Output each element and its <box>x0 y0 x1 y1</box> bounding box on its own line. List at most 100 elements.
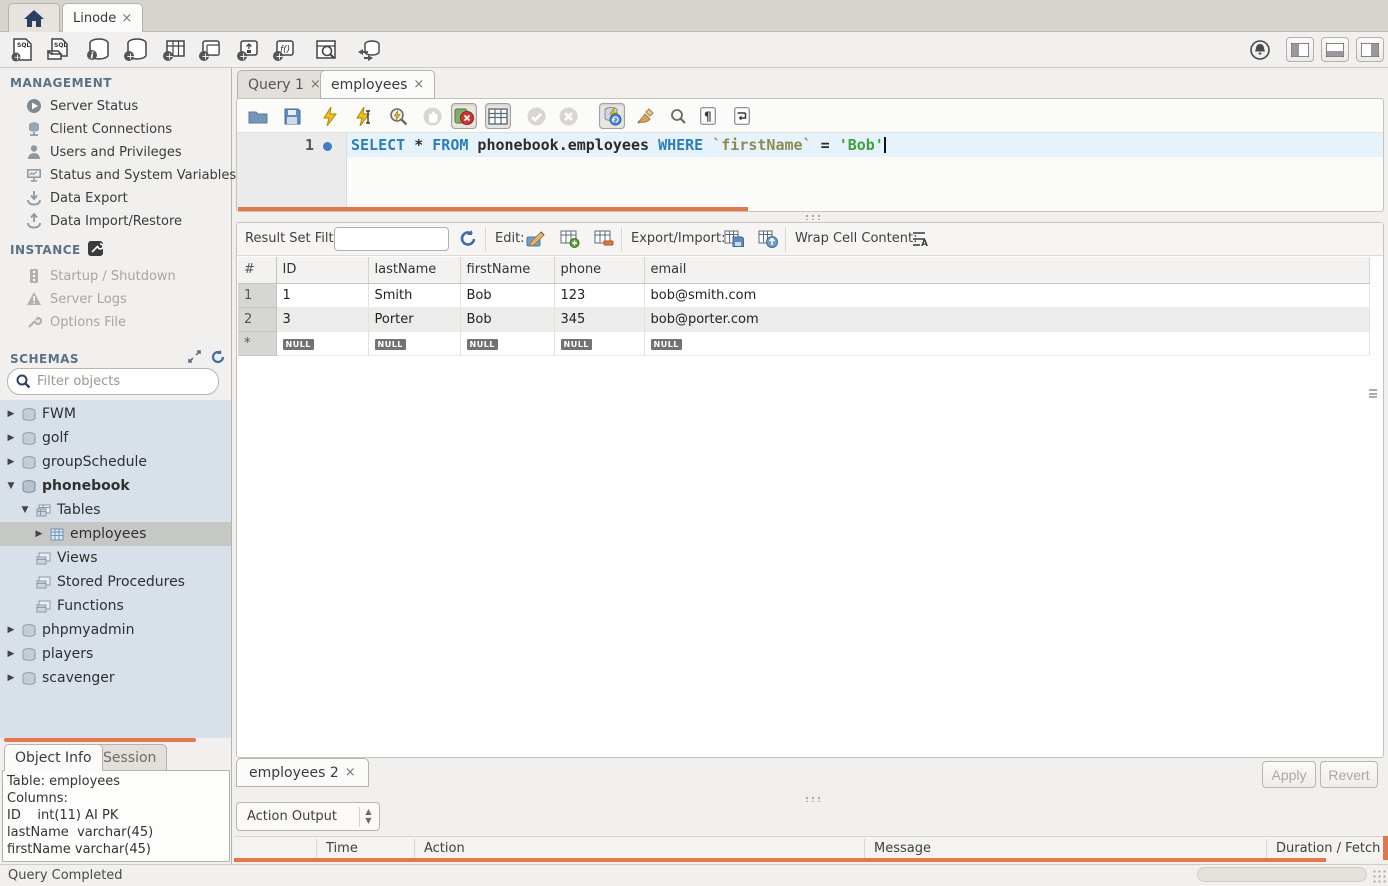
new-schema-icon[interactable]: + <box>122 37 150 63</box>
home-tab[interactable] <box>8 3 60 32</box>
action-output-vscroll-indicator[interactable] <box>1383 836 1388 860</box>
ao-col-duration[interactable]: Duration / Fetch <box>1276 841 1380 856</box>
import-records-icon[interactable] <box>757 228 779 250</box>
expand-icon[interactable] <box>188 350 201 363</box>
execute-icon[interactable] <box>317 103 343 129</box>
ao-col-time[interactable]: Time <box>326 841 358 856</box>
cell[interactable]: Smith <box>368 283 460 307</box>
sidebar-item-startup-shutdown[interactable]: Startup / Shutdown <box>26 265 226 287</box>
splitter-grip[interactable] <box>804 214 822 220</box>
edit-pencil-icon[interactable] <box>525 228 547 250</box>
toggle-bottom-panel-button[interactable] <box>1321 37 1349 62</box>
cell[interactable]: 345 <box>554 307 644 331</box>
limit-rows-toggle[interactable] <box>485 103 511 129</box>
toggle-left-sidebar-button[interactable] <box>1286 37 1314 62</box>
tree-node-functions-folder[interactable]: Functions <box>0 594 231 618</box>
new-procedure-icon[interactable]: + <box>234 37 262 63</box>
find-icon[interactable] <box>665 103 691 129</box>
splitter-grip[interactable] <box>804 796 822 802</box>
tree-node-schema[interactable]: ▶ groupSchedule <box>0 450 231 474</box>
tree-node-tables-folder[interactable]: ▼ Tables <box>0 498 231 522</box>
col-header-phone[interactable]: phone <box>554 257 644 283</box>
delete-row-icon[interactable] <box>593 228 615 250</box>
sidebar-item-status-variables[interactable]: Status and System Variables <box>26 164 226 186</box>
results-vscroll-grip[interactable] <box>1369 389 1377 398</box>
sidebar-item-data-export[interactable]: Data Export <box>26 187 226 209</box>
cell[interactable]: Bob <box>460 307 554 331</box>
col-header-id[interactable]: ID <box>276 257 368 283</box>
new-table-icon[interactable]: + <box>160 37 188 63</box>
close-icon[interactable]: × <box>121 12 132 25</box>
search-table-data-icon[interactable] <box>312 37 340 63</box>
cell[interactable]: bob@smith.com <box>644 283 1370 307</box>
tree-node-views-folder[interactable]: Views <box>0 546 231 570</box>
chevron-right-icon[interactable]: ▶ <box>6 409 16 419</box>
tab-session[interactable]: Session <box>92 744 167 771</box>
tree-node-schema[interactable]: ▶ golf <box>0 426 231 450</box>
wrap-content-icon[interactable]: A <box>909 228 931 250</box>
revert-button[interactable]: Revert <box>1320 761 1378 788</box>
cell-null[interactable]: NULL <box>460 331 554 355</box>
cell-null[interactable]: NULL <box>276 331 368 355</box>
chevron-right-icon[interactable]: ▶ <box>6 433 16 443</box>
tree-node-schema[interactable]: ▶ FWM <box>0 402 231 426</box>
explain-icon[interactable] <box>385 103 411 129</box>
close-icon[interactable]: × <box>413 78 424 91</box>
tree-node-procedures-folder[interactable]: Stored Procedures <box>0 570 231 594</box>
cell[interactable]: bob@porter.com <box>644 307 1370 331</box>
cell[interactable]: 3 <box>276 307 368 331</box>
save-icon[interactable] <box>279 103 305 129</box>
reconnect-dbms-icon[interactable] <box>354 37 382 63</box>
sidebar-item-options-file[interactable]: Options File <box>26 311 226 333</box>
cell[interactable]: Bob <box>460 283 554 307</box>
tree-scroll-indicator[interactable] <box>4 738 196 742</box>
col-header-lastname[interactable]: lastName <box>368 257 460 283</box>
autocommit-toggle[interactable] <box>599 103 625 129</box>
tree-node-schema[interactable]: ▶ players <box>0 642 231 666</box>
resize-grip-icon[interactable] <box>1372 869 1386 883</box>
tab-object-info[interactable]: Object Info <box>4 744 103 771</box>
sidebar-item-client-connections[interactable]: Client Connections <box>26 118 226 140</box>
grid-new-row[interactable]: * NULL NULL NULL NULL NULL <box>238 331 1370 355</box>
show-invisibles-icon[interactable]: ¶ <box>695 103 721 129</box>
editor-hscroll-indicator[interactable] <box>238 207 748 211</box>
rollback-icon[interactable] <box>555 103 581 129</box>
sidebar-item-server-logs[interactable]: Server Logs <box>26 288 226 310</box>
chevron-right-icon[interactable]: ▶ <box>6 457 16 467</box>
refresh-icon[interactable] <box>210 350 224 364</box>
chevron-right-icon[interactable]: ▶ <box>34 529 44 539</box>
open-file-icon[interactable] <box>245 103 271 129</box>
new-sql-tab-icon[interactable]: SQL+ <box>8 37 36 63</box>
cell[interactable]: 1 <box>276 283 368 307</box>
apply-button[interactable]: Apply <box>1262 761 1316 788</box>
sql-code-area[interactable]: 1 SELECT * FROM phonebook.employees WHER… <box>237 133 1383 209</box>
toggle-right-sidebar-button[interactable] <box>1356 37 1384 62</box>
tree-node-schema[interactable]: ▶ scavenger <box>0 666 231 690</box>
db-inspector-icon[interactable]: i <box>84 37 112 63</box>
cell[interactable]: 123 <box>554 283 644 307</box>
tree-node-schema-phonebook[interactable]: ▼ phonebook <box>0 474 231 498</box>
tab-employees[interactable]: employees × <box>320 70 435 99</box>
action-output-select[interactable]: Action Output ▲▼ <box>236 802 380 831</box>
notification-bell-icon[interactable] <box>1246 37 1274 63</box>
stop-icon[interactable] <box>419 103 445 129</box>
col-header-firstname[interactable]: firstName <box>460 257 554 283</box>
chevron-down-icon[interactable]: ▼ <box>6 481 16 491</box>
commit-icon[interactable] <box>523 103 549 129</box>
col-header-email[interactable]: email <box>644 257 1370 283</box>
ao-col-action[interactable]: Action <box>424 841 465 856</box>
hscroll-thumb[interactable] <box>1197 867 1367 882</box>
wrap-text-icon[interactable] <box>729 103 755 129</box>
stop-on-error-toggle[interactable] <box>451 103 477 129</box>
action-output-hscroll-indicator[interactable] <box>234 858 1326 862</box>
grid-row[interactable]: 1 1 Smith Bob 123 bob@smith.com <box>238 283 1370 307</box>
chevron-down-icon[interactable]: ▼ <box>20 505 30 515</box>
result-filter-input[interactable] <box>334 227 449 251</box>
new-function-icon[interactable]: f()+ <box>270 37 298 63</box>
sidebar-item-data-import[interactable]: Data Import/Restore <box>26 210 226 232</box>
export-resultset-icon[interactable] <box>723 228 745 250</box>
add-row-icon[interactable] <box>559 228 581 250</box>
broom-icon[interactable] <box>633 103 659 129</box>
cell-null[interactable]: NULL <box>554 331 644 355</box>
col-header-num[interactable]: # <box>238 257 276 283</box>
